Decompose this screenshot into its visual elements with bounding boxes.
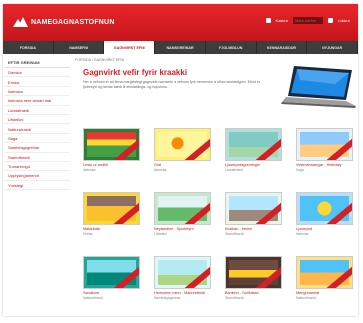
tile-category: Natturufraedi bbox=[296, 296, 316, 300]
nav-item-fjolmidlun[interactable]: FJOLMIDLUN bbox=[206, 41, 257, 54]
tile-category: Heilsa bbox=[83, 232, 93, 236]
header-tools: Kaskur Lokkur bbox=[265, 17, 350, 24]
sidebar-item[interactable]: Trunarbrogd bbox=[5, 162, 70, 172]
sidebar-item[interactable]: Saga bbox=[5, 134, 70, 144]
logo-mountain-icon bbox=[13, 17, 28, 27]
tile-title[interactable]: Mengunarmal bbox=[296, 291, 319, 295]
sidebar-title: EFTIR GREINUM bbox=[5, 58, 70, 68]
app-tile[interactable]: Klukkan - timinn Staerdfraedi bbox=[225, 192, 282, 244]
tile-category: Saga bbox=[296, 168, 304, 172]
tile-title[interactable]: Neytandinn - Sjonheyrn bbox=[154, 227, 194, 231]
tile-thumbnail[interactable] bbox=[296, 192, 353, 225]
nav-item-forsida[interactable]: FORSIDA bbox=[3, 41, 54, 54]
tile-thumbnail[interactable] bbox=[154, 192, 211, 225]
app-tile[interactable]: Sandkorn Natturufraedi bbox=[83, 256, 140, 308]
site-header: NAMEGAGNASTOFNUN Kaskur Lokkur bbox=[3, 4, 358, 41]
app-tile[interactable]: Neytandinn - Sjonheyrn Lifsleikni bbox=[154, 192, 211, 244]
tile-thumbnail[interactable] bbox=[225, 256, 282, 289]
sidebar: EFTIR GREINUM Danska Enska Islenska Isle… bbox=[5, 58, 70, 191]
tile-thumbnail[interactable] bbox=[225, 192, 282, 225]
home-icon[interactable] bbox=[265, 18, 271, 23]
sidebar-item[interactable]: Samfelagsgreinar bbox=[5, 143, 70, 153]
app-tile[interactable]: Bankinn - Gullkistan Staerdfraedi bbox=[225, 256, 282, 308]
nav-item-namsefni[interactable]: NAMSEFNI bbox=[54, 41, 105, 54]
sidebar-item[interactable]: Islenska sem annad mal bbox=[5, 96, 70, 106]
tile-category: Landafraedi bbox=[225, 168, 243, 172]
breadcrumb: FORSIDA / GAGNVIRKT EFNI bbox=[75, 58, 125, 62]
search-input[interactable] bbox=[292, 17, 323, 24]
user-icon[interactable] bbox=[327, 18, 333, 23]
tile-thumbnail[interactable] bbox=[83, 192, 140, 225]
tile-category: Samfelagsgreinar bbox=[154, 296, 181, 300]
laptop-illustration bbox=[281, 66, 356, 108]
nav-item-gagnvirkt[interactable]: GAGNVIRKT EFNI bbox=[104, 41, 156, 54]
tile-category: Islenska bbox=[83, 168, 96, 172]
tile-category: Natturufraedi bbox=[83, 296, 103, 300]
nav-item-namsgreinar[interactable]: NAMSGREINAR bbox=[155, 41, 206, 54]
app-tile[interactable]: Matarklaki Heilsa bbox=[83, 192, 140, 244]
app-tile[interactable]: Heimurinn minn - Mannrettindi Samfelagsg… bbox=[154, 256, 211, 308]
app-tile[interactable]: Mengunarmal Natturufraedi bbox=[296, 256, 353, 308]
sidebar-item[interactable]: Ymislegt bbox=[5, 181, 70, 191]
tile-thumbnail[interactable] bbox=[154, 256, 211, 289]
tile-category: Staerdfraedi bbox=[225, 232, 244, 236]
tile-title[interactable]: Ljosmynd bbox=[296, 227, 312, 231]
tile-category: Islenska bbox=[296, 232, 309, 236]
main-content: FORSIDA / GAGNVIRKT EFNI Gagnvirkt vefir… bbox=[75, 58, 356, 300]
sidebar-item[interactable]: Enska bbox=[5, 77, 70, 87]
sidebar-item[interactable]: Upplysingamennt bbox=[5, 171, 70, 181]
header-link-2[interactable]: Lokkur bbox=[338, 18, 350, 23]
app-tile[interactable]: Lestu ur andliti Islenska bbox=[83, 128, 140, 180]
app-tile[interactable]: Vestmannaeyjar - Heimaey Saga bbox=[296, 128, 353, 180]
hero-banner: Gagnvirkt vefir fyrir kraakki Her a vefn… bbox=[75, 64, 356, 108]
tile-title[interactable]: Klukkan - timinn bbox=[225, 227, 252, 231]
tile-title[interactable]: Lestu ur andliti bbox=[83, 163, 108, 167]
page-title: Gagnvirkt vefir fyrir kraakki bbox=[83, 68, 188, 77]
tile-thumbnail[interactable] bbox=[296, 256, 353, 289]
tile-thumbnail[interactable] bbox=[83, 128, 140, 161]
app-tile[interactable]: Ljosmynd Islenska bbox=[296, 192, 353, 244]
browser-frame: NAMEGAGNASTOFNUN Kaskur Lokkur FORSIDA N… bbox=[3, 4, 358, 316]
hero-description: Her a vefnum er ad finna margvislegt gag… bbox=[83, 80, 260, 89]
sidebar-item[interactable]: Landafraedi bbox=[5, 106, 70, 115]
tile-title[interactable]: Matarklaki bbox=[83, 227, 100, 231]
tile-title[interactable]: Vestmannaeyjar - Heimaey bbox=[296, 163, 342, 167]
logo-text: NAMEGAGNASTOFNUN bbox=[31, 18, 115, 26]
tile-title[interactable]: Ljosmyndagreiningin bbox=[225, 163, 260, 167]
tile-thumbnail[interactable] bbox=[225, 128, 282, 161]
tile-title[interactable]: Ordi bbox=[154, 163, 161, 167]
sidebar-item[interactable]: Lifsleikni bbox=[5, 115, 70, 125]
sidebar-item[interactable]: Islenska bbox=[5, 87, 70, 97]
site-logo[interactable]: NAMEGAGNASTOFNUN bbox=[13, 17, 115, 27]
tile-title[interactable]: Sandkorn bbox=[83, 291, 99, 295]
nav-item-nyjungar[interactable]: NYJUNGAR bbox=[307, 41, 358, 54]
header-link-1[interactable]: Kaskur bbox=[276, 18, 288, 23]
tile-thumbnail[interactable] bbox=[296, 128, 353, 161]
tile-category: Staerdfraedi bbox=[225, 296, 244, 300]
tile-title[interactable]: Heimurinn minn - Mannrettindi bbox=[154, 291, 205, 295]
tile-title[interactable]: Bankinn - Gullkistan bbox=[225, 291, 259, 295]
main-nav: FORSIDA NAMSEFNI GAGNVIRKT EFNI NAMSGREI… bbox=[3, 41, 358, 54]
sidebar-item[interactable]: Danska bbox=[5, 68, 70, 78]
sidebar-item[interactable]: Natturufraedi bbox=[5, 124, 70, 134]
app-tile[interactable]: Ordi Islenska bbox=[154, 128, 211, 180]
nav-item-kennarasidur[interactable]: KENNARASIDUR bbox=[257, 41, 308, 54]
tile-category: Lifsleikni bbox=[154, 232, 168, 236]
tile-thumbnail[interactable] bbox=[83, 256, 140, 289]
tile-thumbnail[interactable] bbox=[154, 128, 211, 161]
tile-category: Islenska bbox=[154, 168, 167, 172]
app-tile[interactable]: Ljosmyndagreiningin Landafraedi bbox=[225, 128, 282, 180]
sidebar-item[interactable]: Staerdfraedi bbox=[5, 153, 70, 162]
